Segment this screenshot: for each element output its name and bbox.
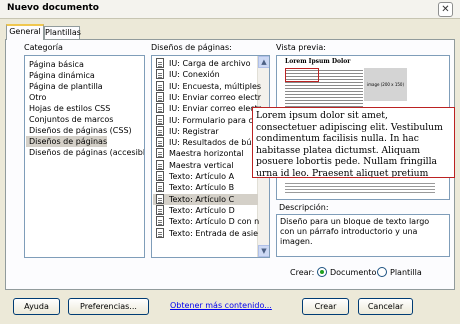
document-icon <box>156 125 164 136</box>
diseno-item[interactable]: IU: Carga de archivo <box>153 58 258 69</box>
diseno-item-label: IU: Registrar <box>169 126 219 136</box>
tab-plantillas[interactable]: Plantillas <box>44 26 81 39</box>
preview-text-lines-bottom <box>285 181 435 195</box>
diseno-item-label: IU: Enviar correo electr <box>169 92 262 102</box>
diseno-item-label: Texto: Entrada de asie <box>169 228 259 238</box>
document-icon <box>156 103 164 114</box>
diseno-item-label: Texto: Artículo B <box>169 183 235 193</box>
descripcion-box: Diseño para un bloque de texto largo con… <box>276 214 450 257</box>
obtener-mas-contenido-link[interactable]: Obtener más contenido... <box>170 301 272 310</box>
title-bar: Nuevo documento ✕ <box>0 0 460 19</box>
diseno-item-label: IU: Resultados de búsq <box>169 138 261 148</box>
diseno-item-label: IU: Conexión <box>169 70 220 80</box>
document-icon <box>156 182 164 193</box>
diseno-item[interactable]: Texto: Artículo C <box>153 193 258 205</box>
diseno-item-label: Texto: Artículo A <box>169 172 235 181</box>
diseno-item[interactable]: IU: Enviar correo electr <box>153 91 262 103</box>
document-icon <box>156 193 164 204</box>
categoria-item[interactable]: Página de plantilla <box>29 81 103 92</box>
diseno-item[interactable]: Texto: Entrada de asie <box>153 227 259 239</box>
ayuda-button[interactable]: Ayuda <box>13 298 60 315</box>
categoria-item[interactable]: Conjuntos de marcos <box>29 114 113 125</box>
document-icon <box>156 216 164 227</box>
close-icon: ✕ <box>441 4 450 15</box>
diseno-item[interactable]: IU: Conexión <box>153 69 258 80</box>
preview-zoom-text: Lorem ipsum dolor sit amet, consectetuer… <box>252 107 455 178</box>
diseno-item[interactable]: Maestra horizontal <box>153 148 258 159</box>
categoria-item[interactable]: Otro <box>29 92 46 103</box>
document-icon <box>156 69 164 80</box>
crear-button[interactable]: Crear <box>302 298 349 315</box>
documento-radio[interactable] <box>317 267 327 277</box>
diseno-item-label: Texto: Artículo D <box>169 205 235 215</box>
tab-general[interactable]: General <box>6 24 44 40</box>
diseno-item-label: IU: Encuesta, múltiples <box>169 81 262 91</box>
document-icon <box>156 159 164 170</box>
diseno-item-label: IU: Enviar correo electr <box>169 104 262 114</box>
diseno-item[interactable]: Texto: Artículo D <box>153 204 258 216</box>
preferencias-button[interactable]: Preferencias... <box>68 298 149 315</box>
diseno-item[interactable]: Maestra vertical <box>153 159 258 171</box>
preview-heading: Lorem Ipsum Dolor <box>285 58 351 65</box>
close-button[interactable]: ✕ <box>438 2 453 17</box>
crear-label: Crear: <box>290 268 315 277</box>
diseno-item-label: IU: Formulario para con <box>169 115 263 125</box>
categoria-item[interactable]: Página básica <box>29 59 84 70</box>
categoria-list[interactable]: Página básica Página dinámica Página de pl… <box>24 55 145 258</box>
diseno-item-label: Texto: Artículo D con n <box>169 217 260 227</box>
diseno-item-label: Texto: Artículo C <box>169 194 235 204</box>
diseno-item[interactable]: Texto: Artículo D con n <box>153 216 260 227</box>
diseno-item[interactable]: IU: Registrar <box>153 125 258 137</box>
document-icon <box>156 91 164 102</box>
plantilla-radio[interactable] <box>377 267 387 277</box>
descripcion-label: Descripción: <box>279 203 329 212</box>
categoria-item[interactable]: Hojas de estilos CSS <box>29 103 110 114</box>
plantilla-radio-label[interactable]: Plantilla <box>390 268 422 277</box>
document-icon <box>156 227 164 238</box>
preview-image-placeholder: image (200 x 150) <box>364 68 407 101</box>
cancelar-button[interactable]: Cancelar <box>358 298 413 315</box>
diseno-item-label: Maestra horizontal <box>169 149 244 159</box>
diseno-item[interactable]: Texto: Artículo A <box>153 171 258 182</box>
document-icon <box>156 80 164 91</box>
diseno-item[interactable]: IU: Encuesta, múltiples <box>153 80 262 92</box>
diseno-item[interactable]: IU: Enviar correo electr <box>153 103 262 114</box>
disenos-label: Diseños de páginas: <box>151 43 232 52</box>
scroll-down-icon[interactable]: ▼ <box>258 245 269 257</box>
diseno-item[interactable]: IU: Formulario para con <box>153 114 263 126</box>
diseno-item-label: IU: Carga de archivo <box>169 59 251 68</box>
categoria-item[interactable]: Página dinámica <box>29 70 95 81</box>
categoria-item[interactable]: Diseños de páginas (CSS) <box>29 125 132 136</box>
diseno-item-label: Maestra vertical <box>169 160 234 170</box>
document-icon <box>156 171 164 181</box>
categoria-item[interactable]: Diseños de páginas (accesibles) <box>29 147 144 158</box>
window-title: Nuevo documento <box>7 3 99 13</box>
document-icon <box>156 58 164 68</box>
preview-zoom-marker <box>285 68 319 82</box>
document-icon <box>156 204 164 215</box>
categoria-label: Categoría <box>24 43 63 52</box>
diseno-item[interactable]: IU: Resultados de búsq <box>153 137 261 148</box>
scroll-up-icon[interactable]: ▲ <box>258 56 269 68</box>
document-icon <box>156 148 164 159</box>
documento-radio-label[interactable]: Documento <box>330 268 376 277</box>
categoria-item[interactable]: Diseños de páginas <box>26 136 108 147</box>
diseno-item[interactable]: Texto: Artículo B <box>153 182 258 193</box>
document-icon <box>156 137 164 148</box>
vista-previa-label: Vista previa: <box>276 43 326 52</box>
document-icon <box>156 114 164 125</box>
